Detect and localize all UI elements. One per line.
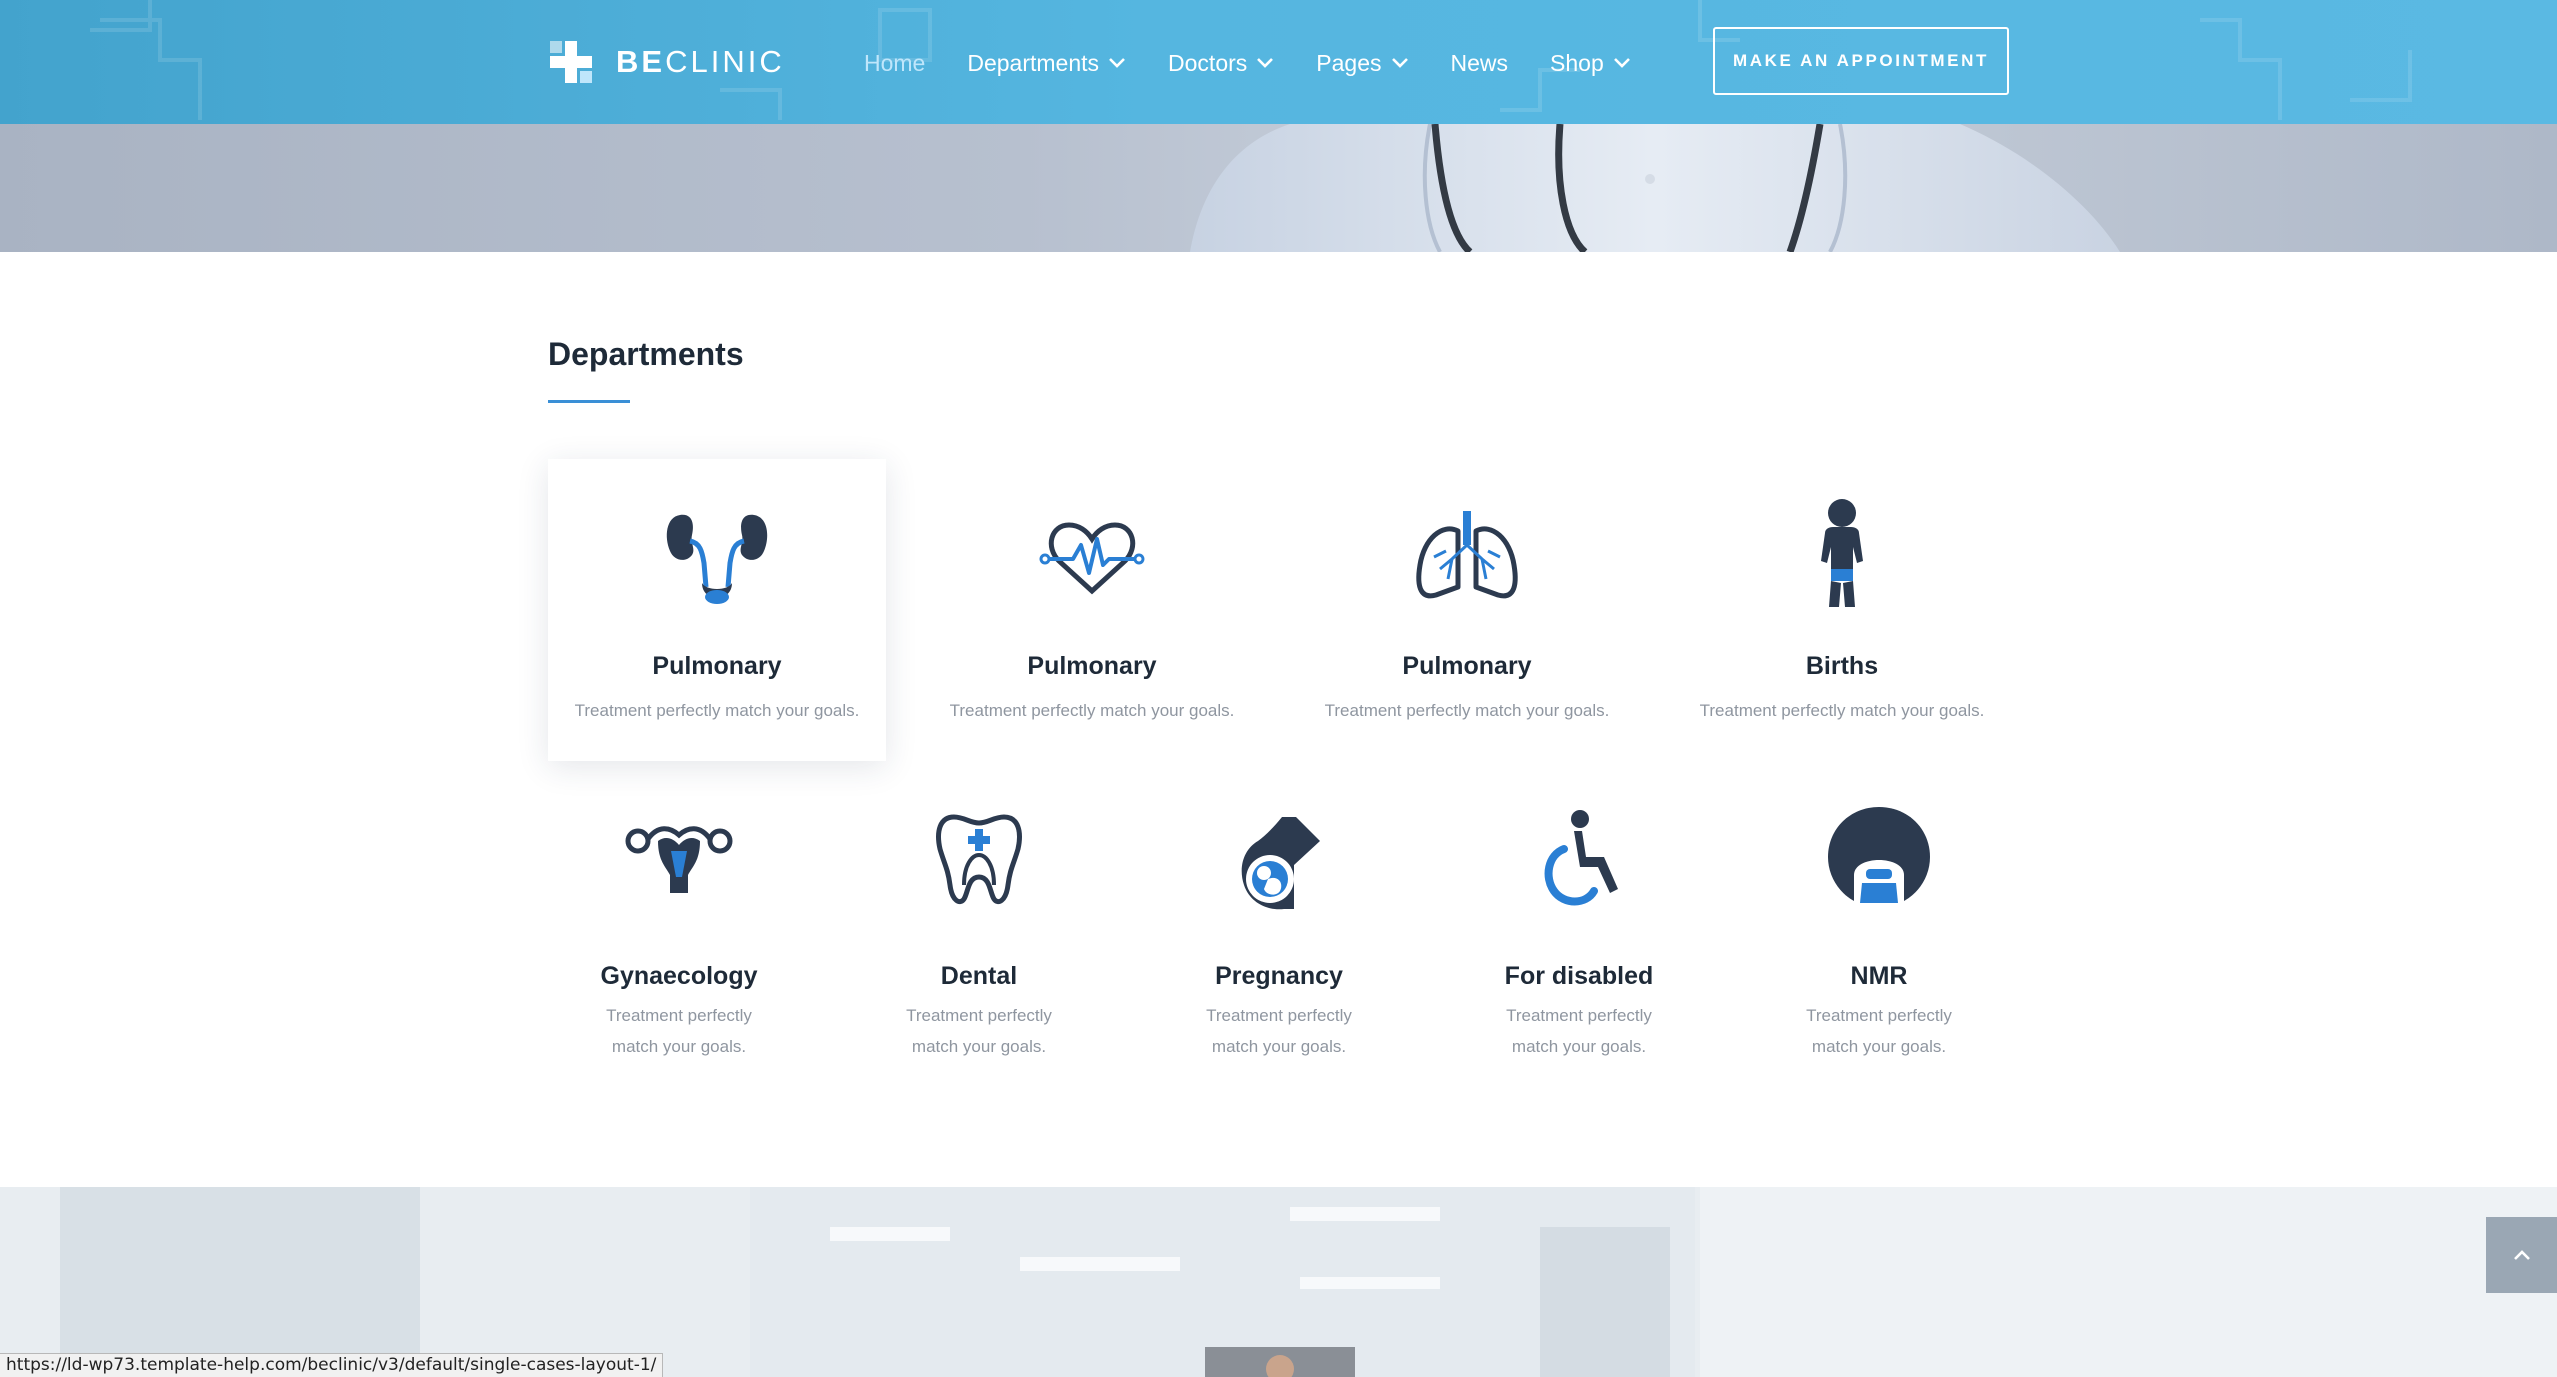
hospital-corridor-illustration [0, 1187, 2557, 1377]
department-name: Dental [940, 962, 1018, 990]
logo-text: BECLINIC [616, 44, 785, 79]
nav-shop[interactable]: Shop [1550, 50, 1631, 77]
site-header: BECLINIC Home Departments Doctors Pages … [0, 0, 2557, 124]
department-desc: Treatment perfectly match your goals. [1206, 1006, 1352, 1056]
chevron-down-icon [1613, 58, 1630, 68]
department-name: Pulmonary [1402, 652, 1532, 680]
nav-news[interactable]: News [1451, 50, 1509, 77]
department-desc: Treatment perfectly match your goals. [1324, 701, 1610, 720]
heart-pulse-icon [1039, 522, 1145, 595]
hospital-interior-image [0, 1187, 2557, 1377]
nav-home[interactable]: Home [864, 50, 925, 77]
department-desc: Treatment perfectly match your goals. [1699, 701, 1985, 720]
department-name: Pregnancy [1215, 962, 1343, 990]
baby-icon [1821, 499, 1863, 607]
department-card-dental[interactable]: Dental Treatment perfectly match your go… [859, 787, 1099, 1067]
department-name: Pulmonary [652, 652, 782, 680]
chevron-down-icon [1109, 58, 1125, 68]
nav-doctors[interactable]: Doctors [1168, 50, 1274, 77]
department-card-gynaecology[interactable]: Gynaecology Treatment perfectly match yo… [559, 787, 799, 1067]
department-name: For disabled [1504, 962, 1654, 990]
department-card-heart[interactable]: Pulmonary Treatment perfectly match your… [923, 459, 1261, 761]
department-card-lungs[interactable]: Pulmonary Treatment perfectly match your… [1298, 459, 1636, 761]
department-card-nmr[interactable]: NMR Treatment perfectly match your goals… [1759, 787, 1999, 1067]
mri-scanner-icon [1828, 807, 1930, 903]
department-desc: Treatment perfectly match your goals. [949, 701, 1235, 720]
title-underline [548, 400, 630, 403]
department-name: NMR [1850, 962, 1908, 990]
make-appointment-button[interactable]: MAKE AN APPOINTMENT [1713, 27, 2009, 95]
department-desc: Treatment perfectly match your goals. [574, 701, 860, 720]
lungs-icon [1416, 511, 1518, 599]
hero-image [0, 124, 2557, 252]
department-name: Gynaecology [600, 962, 758, 990]
scroll-to-top-button[interactable] [2486, 1217, 2557, 1293]
status-bar-url: https://ld-wp73.template-help.com/beclin… [0, 1353, 664, 1377]
kidneys-icon [666, 514, 768, 604]
department-name: Pulmonary [1027, 652, 1157, 680]
department-desc: Treatment perfectly match your goals. [1806, 1006, 1952, 1056]
department-name: Births [1805, 652, 1879, 680]
chevron-down-icon [1391, 58, 1408, 68]
uterus-icon [625, 826, 733, 893]
department-card-pregnancy[interactable]: Pregnancy Treatment perfectly match your… [1159, 787, 1399, 1067]
department-desc: Treatment perfectly match your goals. [606, 1006, 752, 1056]
department-card-disabled[interactable]: For disabled Treatment perfectly match y… [1459, 787, 1699, 1067]
pregnancy-icon [1241, 817, 1320, 910]
department-card-kidneys[interactable]: Pulmonary Treatment perfectly match your… [548, 459, 886, 761]
wheelchair-icon [1544, 810, 1618, 906]
doctor-coat-illustration [1190, 124, 2120, 252]
chevron-down-icon [1257, 58, 1274, 68]
logo[interactable]: BECLINIC [548, 38, 785, 86]
department-card-births[interactable]: Births Treatment perfectly match your go… [1673, 459, 2011, 761]
tooth-icon [936, 814, 1022, 905]
department-desc: Treatment perfectly match your goals. [906, 1006, 1052, 1056]
chevron-up-icon [2513, 1250, 2530, 1260]
departments-title: Departments [548, 336, 744, 372]
main-nav: Home Departments Doctors Pages News Shop [864, 44, 1673, 82]
nav-departments[interactable]: Departments [967, 50, 1126, 77]
department-desc: Treatment perfectly match your goals. [1506, 1006, 1652, 1056]
nav-pages[interactable]: Pages [1316, 50, 1408, 77]
logo-cross-icon [550, 41, 592, 83]
